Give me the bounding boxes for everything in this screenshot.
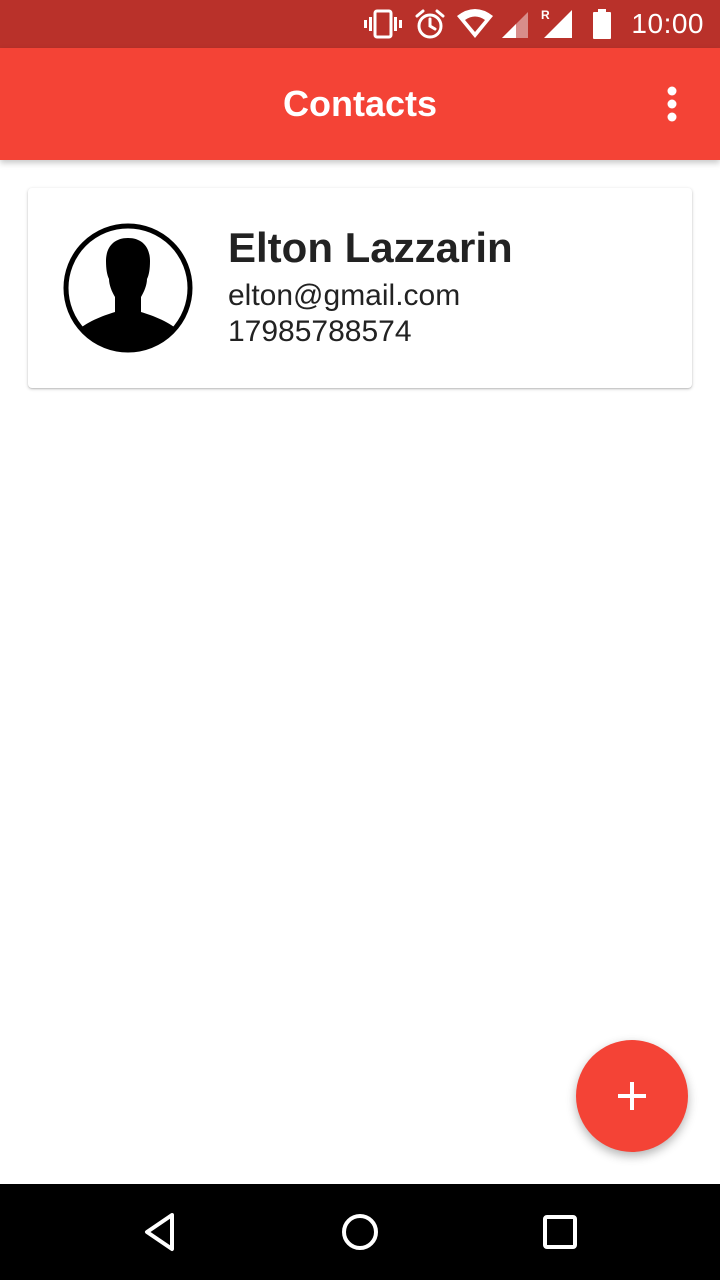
roaming-label: R bbox=[541, 8, 550, 22]
contact-phone: 17985788574 bbox=[228, 315, 412, 348]
more-vert-icon bbox=[667, 86, 677, 122]
roaming-signal-icon: R bbox=[541, 8, 572, 38]
recents-button[interactable] bbox=[536, 1208, 584, 1256]
page-title: Contacts bbox=[282, 83, 438, 124]
plus-icon bbox=[618, 1082, 646, 1110]
cell-signal-icon bbox=[502, 12, 528, 38]
status-bar: R 10:00 bbox=[0, 0, 720, 48]
alarm-icon bbox=[415, 9, 445, 39]
recents-icon bbox=[543, 1215, 577, 1249]
vibrate-icon bbox=[364, 9, 402, 39]
status-time: 10:00 bbox=[631, 8, 704, 39]
contact-email: elton@gmail.com bbox=[228, 279, 461, 312]
overflow-menu-button[interactable] bbox=[648, 80, 696, 128]
battery-icon bbox=[593, 9, 611, 39]
back-icon bbox=[145, 1213, 174, 1251]
person-silhouette-icon bbox=[63, 223, 193, 353]
back-button[interactable] bbox=[136, 1208, 184, 1256]
add-contact-button[interactable] bbox=[576, 1040, 688, 1152]
app-bar: Contacts bbox=[0, 48, 720, 160]
contact-card[interactable]: Elton Lazzarin elton@gmail.com 179857885… bbox=[28, 188, 692, 388]
home-icon bbox=[342, 1214, 378, 1250]
contact-name: Elton Lazzarin bbox=[228, 224, 513, 271]
navigation-bar bbox=[0, 1184, 720, 1280]
wifi-icon bbox=[457, 9, 493, 38]
contact-details: Elton Lazzarin elton@gmail.com 179857885… bbox=[228, 218, 672, 350]
contact-list: Elton Lazzarin elton@gmail.com 179857885… bbox=[0, 160, 720, 1184]
home-button[interactable] bbox=[336, 1208, 384, 1256]
